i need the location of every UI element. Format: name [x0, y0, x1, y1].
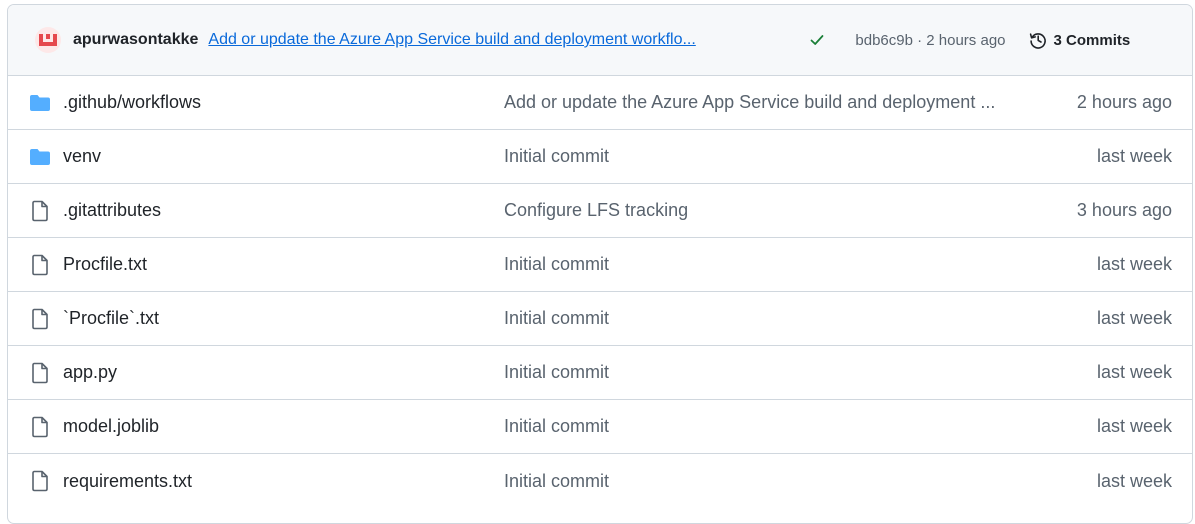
- file-row[interactable]: .gitattributes Configure LFS tracking 3 ho…: [8, 184, 1192, 238]
- file-icon: [29, 470, 51, 492]
- file-name-link[interactable]: venv: [63, 146, 101, 167]
- folder-icon: [29, 146, 51, 168]
- commit-message-link[interactable]: Add or update the Azure App Service buil…: [504, 92, 995, 113]
- commit-message-link[interactable]: Add or update the Azure App Service buil…: [208, 31, 782, 49]
- file-row[interactable]: app.py Initial commit last week: [8, 346, 1192, 400]
- commit-message-link[interactable]: Configure LFS tracking: [504, 200, 688, 221]
- commit-time: last week: [1096, 254, 1172, 274]
- file-icon: [29, 254, 51, 276]
- latest-commit-bar: apurwasontakke Add or update the Azure A…: [8, 5, 1192, 76]
- commit-message-link[interactable]: Initial commit: [504, 362, 609, 383]
- check-icon[interactable]: [809, 32, 825, 48]
- file-name-link[interactable]: .gitattributes: [63, 200, 161, 221]
- commit-time: last week: [1096, 470, 1172, 491]
- commit-message-link[interactable]: Initial commit: [504, 254, 609, 275]
- user-avatar[interactable]: [35, 27, 61, 53]
- file-list: .github/workflows Add or update the Azure…: [8, 76, 1192, 508]
- commit-author-link[interactable]: apurwasontakke: [73, 31, 198, 49]
- file-name-link[interactable]: model.joblib: [63, 416, 159, 437]
- commit-time: last week: [1096, 362, 1172, 382]
- commit-time: last week: [1096, 308, 1172, 328]
- history-icon: [1029, 33, 1046, 49]
- commit-message-link[interactable]: Initial commit: [504, 308, 609, 329]
- file-name-link[interactable]: `Procfile`.txt: [63, 308, 159, 329]
- file-name-link[interactable]: .github/workflows: [63, 92, 201, 113]
- commit-message-link[interactable]: Initial commit: [504, 416, 609, 437]
- file-row[interactable]: model.joblib Initial commit last week: [8, 400, 1192, 454]
- commit-message-link[interactable]: Initial commit: [504, 146, 609, 167]
- file-row[interactable]: .github/workflows Add or update the Azure…: [8, 76, 1192, 130]
- file-icon: [29, 416, 51, 438]
- commits-button[interactable]: 3 Commits: [1028, 30, 1131, 50]
- file-icon: [29, 362, 51, 384]
- commits-label: 3 Commits: [1053, 31, 1131, 49]
- commit-time: 2 hours ago: [1076, 92, 1172, 112]
- file-row[interactable]: Procfile.txt Initial commit last week: [8, 238, 1192, 292]
- file-browser: apurwasontakke Add or update the Azure A…: [7, 4, 1193, 524]
- file-name-link[interactable]: requirements.txt: [63, 471, 192, 492]
- file-row[interactable]: venv Initial commit last week: [8, 130, 1192, 184]
- commit-time: last week: [1096, 416, 1172, 436]
- commit-message-link[interactable]: Initial commit: [504, 471, 609, 492]
- commit-hash-time[interactable]: bdb6c9b · 2 hours ago: [855, 32, 1005, 49]
- file-name-link[interactable]: Procfile.txt: [63, 254, 147, 275]
- folder-icon: [29, 92, 51, 114]
- commit-time: 3 hours ago: [1076, 200, 1172, 220]
- file-name-link[interactable]: app.py: [63, 362, 117, 383]
- file-row[interactable]: `Procfile`.txt Initial commit last week: [8, 292, 1192, 346]
- avatar-logo-icon: [39, 34, 57, 46]
- file-row[interactable]: requirements.txt Initial commit last week: [8, 454, 1192, 508]
- commit-time: last week: [1096, 146, 1172, 166]
- file-icon: [29, 200, 51, 222]
- file-icon: [29, 308, 51, 330]
